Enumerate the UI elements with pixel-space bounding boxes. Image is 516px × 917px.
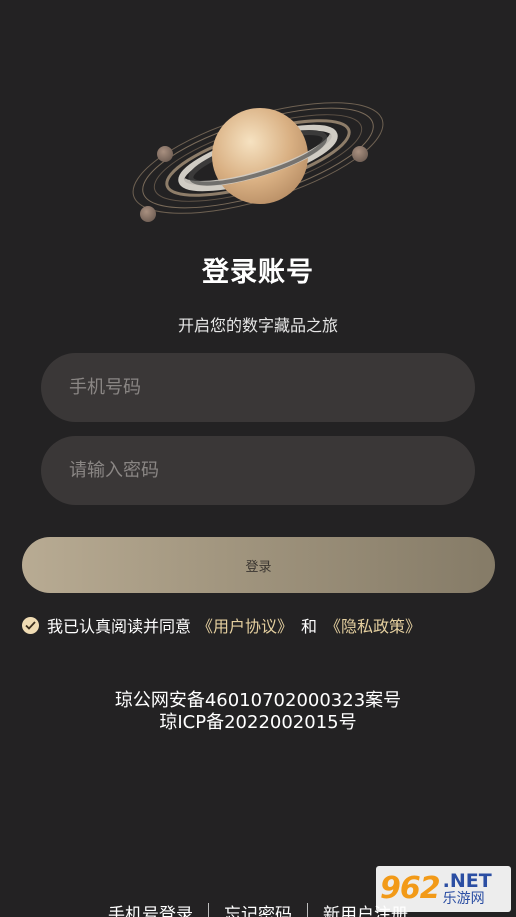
page-subtitle: 开启您的数字藏品之旅 xyxy=(177,316,338,335)
password-input[interactable] xyxy=(41,436,475,505)
forgot-password-link[interactable]: 忘记密码 xyxy=(224,900,292,917)
agreement-row: 我已认真阅读并同意 《用户协议》 和 《隐私政策》 xyxy=(22,613,421,637)
watermark-domain: .NET xyxy=(442,869,492,892)
divider xyxy=(307,902,308,917)
watermark-number: 962 xyxy=(380,871,441,906)
icp-line-1: 琼公网安备46010702000323案号 xyxy=(114,690,402,711)
planet-logo xyxy=(120,88,396,228)
divider xyxy=(208,902,209,917)
phone-login-link[interactable]: 手机号登录 xyxy=(108,900,193,917)
watermark-logo: 962 .NET 乐游网 xyxy=(376,866,511,912)
icp-info: 琼公网安备46010702000323案号 琼ICP备2022002015号 xyxy=(0,690,516,734)
user-agreement-link[interactable]: 《用户协议》 xyxy=(197,613,293,637)
agreement-text: 我已认真阅读并同意 xyxy=(47,617,192,636)
phone-input[interactable] xyxy=(41,353,475,422)
page-title: 登录账号 xyxy=(202,257,314,288)
agreement-and-text: 和 xyxy=(301,617,318,636)
login-button[interactable]: 登录 xyxy=(22,537,495,593)
checkmark-icon[interactable] xyxy=(22,616,39,634)
icp-line-2: 琼ICP备2022002015号 xyxy=(159,712,357,733)
privacy-policy-link[interactable]: 《隐私政策》 xyxy=(325,613,421,637)
watermark-name: 乐游网 xyxy=(442,890,485,907)
